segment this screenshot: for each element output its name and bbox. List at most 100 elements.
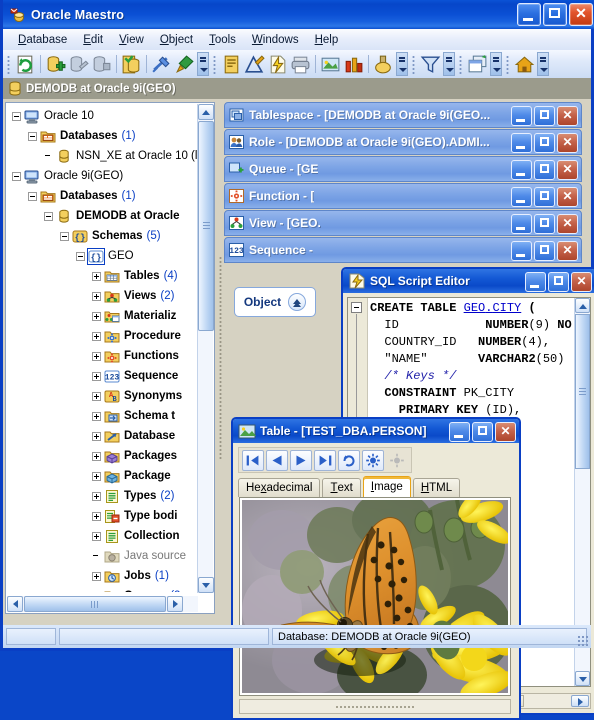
mdi-minimize-button[interactable]: [511, 133, 532, 153]
close-button[interactable]: ✕: [569, 3, 593, 26]
next-record-icon[interactable]: [290, 449, 312, 471]
menu-object[interactable]: Object: [152, 32, 201, 48]
first-record-icon[interactable]: [242, 449, 264, 471]
image-preview-frame[interactable]: [239, 497, 511, 696]
table-window-maximize-button[interactable]: [472, 422, 493, 442]
collapse-node-icon[interactable]: [44, 211, 53, 221]
scroll-left-button[interactable]: [7, 596, 23, 612]
table-window-minimize-button[interactable]: [449, 422, 470, 442]
expand-node-icon[interactable]: [92, 371, 101, 381]
mdi-maximize-button[interactable]: [534, 214, 555, 234]
mdi-close-button[interactable]: ✕: [557, 241, 578, 261]
cascade-windows-icon[interactable]: [466, 53, 489, 76]
print-icon[interactable]: [289, 53, 312, 76]
tree-node[interactable]: Tables (4): [6, 266, 199, 286]
menu-tools[interactable]: Tools: [201, 32, 244, 48]
tree-node[interactable]: Views (2): [6, 286, 199, 306]
collapse-node-icon[interactable]: [76, 251, 85, 261]
tree-node[interactable]: Database: [6, 426, 199, 446]
tree-node[interactable]: Schema t: [6, 406, 199, 426]
mdi-close-button[interactable]: ✕: [557, 106, 578, 126]
sql-scroll-down-button[interactable]: [575, 671, 590, 686]
mdi-minimize-button[interactable]: [511, 187, 532, 207]
image-horizontal-scrollbar[interactable]: [239, 699, 511, 714]
collapse-node-icon[interactable]: [60, 231, 69, 241]
tree-hscroll-thumb[interactable]: [24, 596, 166, 612]
table-data-window[interactable]: Table - [TEST_DBA.PERSON] ✕ He x adecima…: [231, 417, 521, 720]
sql-editor-minimize-button[interactable]: [525, 272, 546, 292]
tree-node[interactable]: Collection: [6, 526, 199, 546]
scroll-up-button[interactable]: [198, 104, 214, 120]
toolbar-overflow-button-5[interactable]: [537, 52, 549, 76]
tree-node[interactable]: Databases (1): [6, 186, 199, 206]
menu-edit[interactable]: Edit: [75, 32, 111, 48]
toolbar-grip-3[interactable]: [411, 54, 417, 74]
tree-node[interactable]: Types (2): [6, 486, 199, 506]
expand-node-icon[interactable]: [92, 451, 101, 461]
maximize-button[interactable]: [543, 3, 567, 26]
expand-node-icon[interactable]: [92, 511, 101, 521]
expand-node-icon[interactable]: [92, 351, 101, 361]
expand-node-icon[interactable]: [92, 491, 101, 501]
chart-icon[interactable]: [342, 53, 365, 76]
resize-grip-icon[interactable]: [577, 635, 589, 647]
menu-help[interactable]: Help: [307, 32, 347, 48]
mdi-window-title-bar[interactable]: Function - [✕: [224, 183, 582, 209]
tab-html[interactable]: H TML: [412, 478, 461, 497]
prior-record-icon[interactable]: [266, 449, 288, 471]
fold-collapse-icon[interactable]: [351, 302, 362, 313]
edit-database-icon[interactable]: [67, 53, 90, 76]
mdi-minimize-button[interactable]: [511, 160, 532, 180]
mdi-minimize-button[interactable]: [511, 106, 532, 126]
collapse-node-icon[interactable]: [12, 171, 21, 181]
expand-node-icon[interactable]: [92, 431, 101, 441]
expand-node-icon[interactable]: [92, 331, 101, 341]
tree-vscroll-thumb[interactable]: [198, 121, 214, 331]
drop-database-icon[interactable]: [90, 53, 113, 76]
sql-vscroll-thumb[interactable]: [575, 314, 590, 469]
expand-node-icon[interactable]: [92, 311, 101, 321]
mdi-window-title-bar[interactable]: Role - [DEMODB at Oracle 9i(GEO).ADMI...…: [224, 129, 582, 155]
new-object-icon[interactable]: [220, 53, 243, 76]
expand-node-icon[interactable]: [92, 471, 101, 481]
connect-icon[interactable]: [173, 53, 196, 76]
tree-node[interactable]: NSN_XE at Oracle 10 (l: [6, 146, 199, 166]
toolbar-grip-2[interactable]: [212, 54, 218, 74]
mdi-window-title-bar[interactable]: 123 Sequence - ✕: [224, 237, 582, 263]
expand-node-icon[interactable]: [92, 591, 101, 592]
table-window-close-button[interactable]: ✕: [495, 422, 516, 442]
register-database-icon[interactable]: [120, 53, 143, 76]
tree-node[interactable]: DEMODB at Oracle: [6, 206, 199, 226]
expand-node-icon[interactable]: [92, 411, 101, 421]
scroll-down-button[interactable]: [198, 577, 214, 593]
panel-splitter[interactable]: [217, 102, 224, 614]
sql-editor-close-button[interactable]: ✕: [571, 272, 592, 292]
sql-editor-icon[interactable]: [266, 53, 289, 76]
mdi-maximize-button[interactable]: [534, 160, 555, 180]
mdi-minimize-button[interactable]: [511, 214, 532, 234]
menu-windows[interactable]: Windows: [244, 32, 307, 48]
mdi-maximize-button[interactable]: [534, 187, 555, 207]
tree-node[interactable]: Oracle 9i(GEO): [6, 166, 199, 186]
mdi-maximize-button[interactable]: [534, 106, 555, 126]
tree-node[interactable]: Package: [6, 466, 199, 486]
mdi-close-button[interactable]: ✕: [557, 160, 578, 180]
tab-text[interactable]: Text: [322, 478, 361, 497]
collapse-node-icon[interactable]: [28, 191, 37, 201]
filter-icon[interactable]: [419, 53, 442, 76]
toolbar-overflow-button-1[interactable]: [197, 52, 209, 76]
expand-node-icon[interactable]: [92, 531, 101, 541]
toolbar-grip-5[interactable]: [505, 54, 511, 74]
security-icon[interactable]: [372, 53, 395, 76]
tree-node[interactable]: Java source: [6, 546, 199, 566]
tree-node[interactable]: Functions: [6, 346, 199, 366]
new-database-icon[interactable]: [44, 53, 67, 76]
expand-node-icon[interactable]: [92, 391, 101, 401]
disconnect-icon[interactable]: [150, 53, 173, 76]
tree-node[interactable]: {} Schemas (5): [6, 226, 199, 246]
object-panel-tab[interactable]: Object: [234, 287, 316, 317]
mdi-close-button[interactable]: ✕: [557, 133, 578, 153]
tree-node[interactable]: Procedure: [6, 326, 199, 346]
tree-node[interactable]: {} GEO: [6, 246, 199, 266]
refresh-record-icon[interactable]: [338, 449, 360, 471]
